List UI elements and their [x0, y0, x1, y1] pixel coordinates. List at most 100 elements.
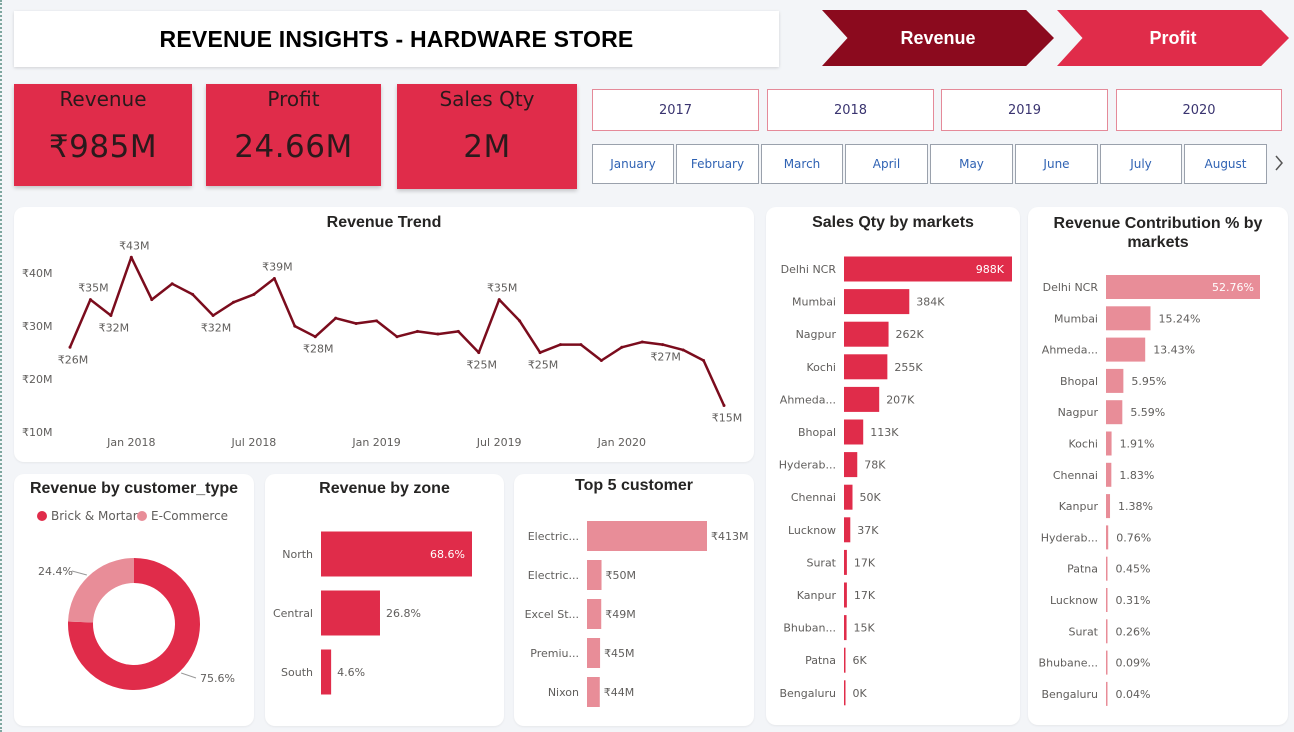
data-label: 0K [853, 687, 868, 700]
category-label: Kanpur [797, 589, 837, 602]
category-label: Electric... [528, 569, 579, 582]
revenue-trend-point [68, 345, 72, 349]
market-qty-bar [844, 452, 858, 478]
page-title: REVENUE INSIGHTS - HARDWARE STORE [14, 11, 779, 67]
x-tick-label: Jul 2019 [476, 436, 522, 449]
data-label: 113K [870, 426, 899, 439]
revenue-trend-point [395, 335, 399, 339]
data-label: 17K [854, 589, 876, 602]
market-qty-bar [844, 419, 864, 445]
top-customers-bar-chart: Electric... ₹413M Electric... ₹50M Excel St.… [525, 521, 749, 707]
profit-page-button[interactable]: Profit [1057, 10, 1289, 66]
category-label: Patna [805, 654, 836, 667]
revenue-trend-point [232, 300, 235, 304]
year-slicer-2018[interactable]: 2018 [767, 89, 934, 131]
category-label: Kochi [807, 361, 836, 374]
customer-bar [587, 560, 602, 590]
market-contribution-bar [1106, 337, 1146, 362]
revenue-trend-point [375, 319, 379, 323]
leader-line [181, 672, 197, 679]
market-qty-bar [844, 647, 846, 673]
year-slicer-2020[interactable]: 2020 [1116, 89, 1282, 131]
chevron-right-icon[interactable] [1272, 153, 1286, 173]
sales-qty-markets-bar-chart: Delhi NCR 988K Mumbai 384K Nagpur 262K Kochi 25… [779, 256, 1012, 706]
category-label: Chennai [791, 491, 836, 504]
zone-bar-chart: North 68.6% Central 26.8% South 4.6% [273, 531, 472, 695]
market-contribution-bar [1106, 619, 1108, 644]
data-label: 0.04% [1116, 688, 1151, 701]
revenue-trend-point [436, 332, 440, 336]
data-label: ₹45M [604, 647, 635, 660]
market-contribution-bar [1106, 650, 1108, 675]
customer-bar [587, 521, 707, 551]
month-slicer-may[interactable]: May [930, 144, 1013, 184]
category-label: Lucknow [1050, 594, 1098, 607]
data-label: ₹32M [201, 322, 232, 335]
month-slicer-april[interactable]: April [845, 144, 928, 184]
data-label: 0.45% [1116, 563, 1151, 576]
revenue-page-button[interactable]: Revenue [822, 10, 1054, 66]
market-contribution-bar [1106, 681, 1108, 706]
revenue-trend-point [109, 314, 113, 318]
market-contribution-bar [1106, 431, 1112, 456]
revenue-trend-point [579, 343, 583, 347]
revenue-trend-line [68, 256, 726, 407]
category-label: Chennai [1053, 469, 1098, 482]
legend-label: Brick & Mortar [51, 509, 138, 523]
data-label: 255K [894, 361, 923, 374]
market-qty-bar [844, 517, 851, 543]
kpi-sales-qty-label: Sales Qty [439, 87, 535, 111]
revenue-trend-point [620, 345, 624, 349]
customer-bar [587, 638, 601, 668]
category-label: Bhopal [798, 426, 836, 439]
month-slicer-february[interactable]: February [676, 144, 759, 184]
month-slicer-january[interactable]: January [592, 144, 674, 184]
data-label: ₹43M [119, 239, 150, 252]
data-label: ₹44M [604, 686, 635, 699]
year-slicer-2017[interactable]: 2017 [592, 89, 759, 131]
data-label: 24.4% [38, 565, 73, 578]
data-label: 1.83% [1119, 469, 1154, 482]
category-label: Lucknow [788, 524, 836, 537]
year-slicer-2019[interactable]: 2019 [941, 89, 1108, 131]
customer-type-card: Revenue by customer_type Brick & Mortar E… [14, 474, 254, 726]
month-slicer-july[interactable]: July [1100, 144, 1182, 184]
revenue-trend-point [640, 340, 644, 344]
market-qty-bar [844, 354, 888, 380]
market-qty-bar [844, 289, 910, 315]
data-label: 262K [896, 328, 925, 341]
month-slicer-march[interactable]: March [761, 144, 843, 184]
zone-card: Revenue by zone North 68.6% Central 26.8% So… [265, 474, 504, 726]
x-tick-label: Jan 2020 [597, 436, 646, 449]
month-slicer-june[interactable]: June [1015, 144, 1098, 184]
revenue-trend-point [88, 298, 92, 302]
data-label: 207K [886, 393, 915, 406]
revenue-trend-point [559, 343, 562, 347]
data-label: 5.95% [1131, 375, 1166, 388]
data-label: 4.6% [337, 666, 365, 679]
month-slicer-august[interactable]: August [1184, 144, 1267, 184]
category-label: Nixon [548, 686, 579, 699]
revenue-trend-point [518, 319, 522, 323]
data-label: ₹25M [467, 359, 498, 372]
revenue-trend-point [415, 329, 419, 333]
revenue-trend-point [456, 329, 460, 333]
revenue-trend-point [599, 359, 603, 363]
revenue-trend-point [722, 404, 726, 408]
market-contribution-bar [1106, 400, 1123, 425]
x-tick-label: Jul 2018 [231, 436, 277, 449]
revenue-trend-point [252, 292, 256, 296]
market-qty-bar [844, 582, 847, 608]
revenue-trend-point [661, 343, 665, 347]
revenue-trend-chart: ₹10M ₹20M ₹30M ₹40M Jan 2018 Jul 2018 Jan 2019… [22, 239, 742, 449]
data-label: ₹413M [711, 530, 749, 543]
data-label: 37K [857, 524, 879, 537]
data-label: 50K [860, 491, 882, 504]
revenue-trend-point [211, 314, 215, 318]
revenue-page-label: Revenue [900, 27, 976, 48]
data-label: 75.6% [200, 672, 235, 685]
customer-type-donut-chart: Brick & Mortar E-Commerce 75.6% 24.4% [37, 509, 235, 690]
category-label: Delhi NCR [1043, 281, 1099, 294]
category-label: Mumbai [1054, 312, 1098, 325]
data-label: 0.31% [1116, 594, 1151, 607]
